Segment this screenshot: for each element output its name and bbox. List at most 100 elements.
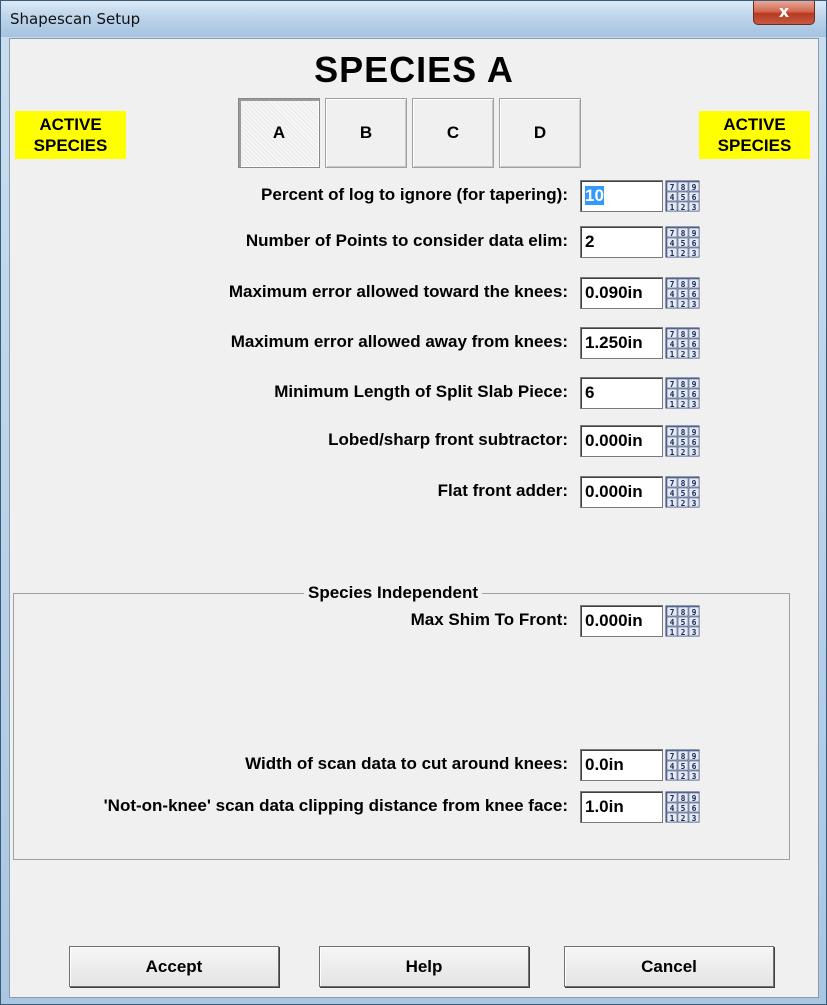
field-row-error-toward-knees: Maximum error allowed toward the knees: … <box>10 277 818 309</box>
keypad-digit: 8 <box>681 794 686 803</box>
tab-species-c[interactable]: C <box>412 98 494 168</box>
cancel-button[interactable]: Cancel <box>564 946 774 987</box>
keypad-icon[interactable]: 789 456 123 <box>665 791 700 823</box>
keypad-digit: 9 <box>692 330 697 339</box>
keypad-digit: 4 <box>670 438 675 447</box>
keypad-digit: 4 <box>670 340 675 349</box>
keypad-digit: 6 <box>692 193 697 202</box>
keypad-icon[interactable]: 789 456 123 <box>665 226 700 258</box>
keypad-digit: 3 <box>692 448 697 457</box>
clipping-distance-input[interactable]: 1.0in <box>580 791 663 823</box>
keypad-digit: 1 <box>670 350 675 359</box>
keypad-digit: 3 <box>692 499 697 508</box>
keypad-digit: 2 <box>681 203 686 212</box>
field-label: Width of scan data to cut around knees: <box>245 754 568 773</box>
error-away-knees-input[interactable]: 1.250in <box>580 327 663 359</box>
help-button[interactable]: Help <box>319 946 529 987</box>
keypad-digit: 2 <box>681 772 686 781</box>
keypad-icon[interactable]: 789 456 123 <box>665 425 700 457</box>
keypad-digit: 5 <box>681 239 686 248</box>
keypad-digit: 1 <box>670 448 675 457</box>
keypad-digit: 7 <box>670 428 675 437</box>
field-row-scan-width-knees: Width of scan data to cut around knees: … <box>10 749 818 781</box>
keypad-digit: 2 <box>681 400 686 409</box>
keypad-digit: 5 <box>681 340 686 349</box>
keypad-digit: 7 <box>670 229 675 238</box>
keypad-digit: 4 <box>670 239 675 248</box>
keypad-digit: 2 <box>681 249 686 258</box>
keypad-digit: 8 <box>681 229 686 238</box>
points-elim-input[interactable]: 2 <box>580 226 663 258</box>
field-label: Maximum error allowed away from knees: <box>230 332 568 351</box>
scan-width-knees-input[interactable]: 0.0in <box>580 749 663 781</box>
keypad-grid: 7 8 9 4 5 6 1 2 3 <box>665 425 700 457</box>
field-row-max-shim: Max Shim To Front: 0.000in 789 456 123 <box>10 605 818 637</box>
keypad-icon[interactable]: 789 456 123 <box>665 327 700 359</box>
tab-species-b[interactable]: B <box>325 98 407 168</box>
selected-text: 10 <box>585 186 604 205</box>
page-title: SPECIES A <box>314 49 514 90</box>
keypad-icon[interactable]: 789 456 123 <box>665 476 700 508</box>
error-toward-knees-input[interactable]: 0.090in <box>580 277 663 309</box>
keypad-icon[interactable]: 789 456 123 <box>665 605 700 637</box>
field-row-ignore-percent: Percent of log to ignore (for tapering):… <box>10 180 818 212</box>
close-button[interactable]: x <box>753 1 815 25</box>
keypad-digit: 7 <box>670 280 675 289</box>
tab-species-d[interactable]: D <box>499 98 581 168</box>
keypad-digit: 6 <box>692 239 697 248</box>
max-shim-input[interactable]: 0.000in <box>580 605 663 637</box>
keypad-digit: 1 <box>670 249 675 258</box>
keypad-digit: 2 <box>681 499 686 508</box>
min-split-slab-input[interactable]: 6 <box>580 377 663 409</box>
keypad-grid: 7 8 9 4 5 6 1 2 3 <box>665 791 700 823</box>
keypad-grid: 7 8 9 4 5 6 1 2 3 <box>665 180 700 212</box>
keypad-digit: 9 <box>692 428 697 437</box>
keypad-icon[interactable]: 789 456 123 <box>665 180 700 212</box>
keypad-digit: 9 <box>692 183 697 192</box>
keypad-digit: 1 <box>670 400 675 409</box>
keypad-digit: 5 <box>681 618 686 627</box>
field-row-min-split-slab: Minimum Length of Split Slab Piece: 6 78… <box>10 377 818 409</box>
keypad-digit: 8 <box>681 183 686 192</box>
keypad-digit: 6 <box>692 290 697 299</box>
keypad-digit: 8 <box>681 479 686 488</box>
keypad-digit: 9 <box>692 752 697 761</box>
keypad-digit: 3 <box>692 628 697 637</box>
keypad-digit: 5 <box>681 438 686 447</box>
keypad-digit: 1 <box>670 814 675 823</box>
keypad-icon[interactable]: 789 456 123 <box>665 277 700 309</box>
accept-button[interactable]: Accept <box>69 946 279 987</box>
keypad-digit: 5 <box>681 193 686 202</box>
keypad-digit: 4 <box>670 390 675 399</box>
keypad-digit: 1 <box>670 203 675 212</box>
keypad-icon[interactable]: 789 456 123 <box>665 749 700 781</box>
field-row-points-elim: Number of Points to consider data elim: … <box>10 226 818 258</box>
keypad-digit: 6 <box>692 762 697 771</box>
keypad-grid: 7 8 9 4 5 6 1 2 3 <box>665 277 700 309</box>
keypad-digit: 9 <box>692 280 697 289</box>
title-bar[interactable]: Shapescan Setup x <box>1 1 826 37</box>
field-row-clipping-distance: 'Not-on-knee' scan data clipping distanc… <box>10 791 818 823</box>
keypad-digit: 5 <box>681 290 686 299</box>
keypad-digit: 9 <box>692 479 697 488</box>
keypad-digit: 7 <box>670 794 675 803</box>
keypad-grid: 7 8 9 4 5 6 1 2 3 <box>665 605 700 637</box>
keypad-digit: 9 <box>692 794 697 803</box>
keypad-digit: 4 <box>670 618 675 627</box>
keypad-digit: 5 <box>681 762 686 771</box>
flat-front-adder-input[interactable]: 0.000in <box>580 476 663 508</box>
keypad-digit: 9 <box>692 380 697 389</box>
keypad-digit: 8 <box>681 330 686 339</box>
keypad-digit: 9 <box>692 229 697 238</box>
keypad-digit: 8 <box>681 428 686 437</box>
ignore-percent-input[interactable]: 10 <box>580 180 663 212</box>
keypad-digit: 1 <box>670 499 675 508</box>
keypad-icon[interactable]: 789 456 123 <box>665 377 700 409</box>
keypad-digit: 9 <box>692 608 697 617</box>
field-label: Minimum Length of Split Slab Piece: <box>274 382 568 401</box>
keypad-digit: 6 <box>692 340 697 349</box>
keypad-digit: 3 <box>692 772 697 781</box>
tab-species-a[interactable]: A <box>238 98 320 168</box>
lobed-subtractor-input[interactable]: 0.000in <box>580 425 663 457</box>
field-label: Maximum error allowed toward the knees: <box>228 282 568 301</box>
